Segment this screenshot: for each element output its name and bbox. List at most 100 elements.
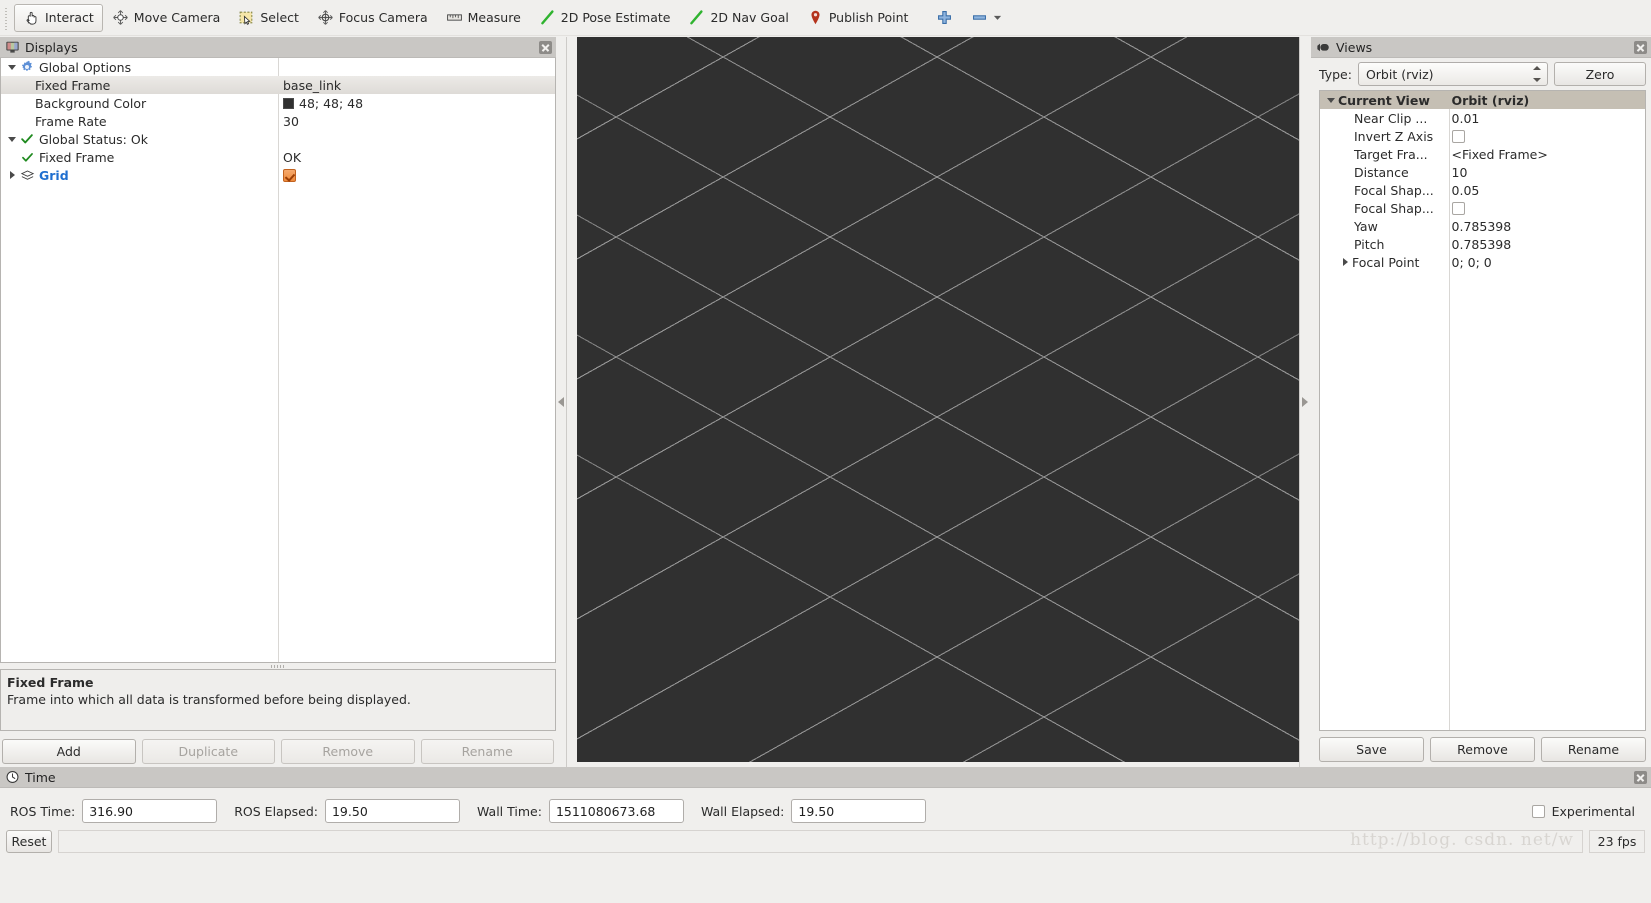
status-row: Reset http://blog. csdn. net/w 23 fps — [0, 826, 1651, 854]
row-value[interactable]: 0.785398 — [1452, 219, 1512, 234]
table-row[interactable]: Global Status: Ok — [1, 130, 555, 148]
tool-interact[interactable]: Interact — [14, 3, 103, 32]
row-label: Focal Shap... — [1354, 200, 1434, 216]
invert-z-axis-checkbox[interactable] — [1451, 129, 1465, 143]
wall-time-input[interactable]: 1511080673.68 — [548, 799, 684, 823]
remove-tool-button[interactable] — [962, 4, 1011, 32]
row-value[interactable]: 0.785398 — [1452, 237, 1512, 252]
color-swatch[interactable] — [283, 97, 294, 109]
table-row[interactable]: Global Options — [1, 58, 555, 76]
table-row[interactable]: Grid — [1, 166, 555, 184]
tool-2d-pose-estimate[interactable]: 2D Pose Estimate — [530, 4, 680, 32]
3d-render-view[interactable] — [577, 37, 1299, 762]
help-heading: Fixed Frame — [7, 675, 94, 690]
grid-icon — [19, 167, 35, 183]
focal-shape-fixed-size-checkbox[interactable] — [1451, 201, 1465, 215]
view-type-select[interactable]: Orbit (rviz) — [1357, 62, 1548, 86]
table-row[interactable]: Fixed Frame OK — [1, 148, 555, 166]
expand-twisty[interactable] — [5, 136, 19, 142]
save-view-button[interactable]: Save — [1319, 737, 1424, 762]
table-row[interactable]: Near Clip ... 0.01 — [1320, 109, 1645, 127]
fps-indicator: 23 fps — [1589, 829, 1645, 853]
table-row[interactable]: Focal Shap... 0.05 — [1320, 181, 1645, 199]
views-tree[interactable]: Current View Orbit (rviz) Near Clip ... … — [1319, 90, 1646, 731]
views-type-row: Type: Orbit (rviz) Zero — [1311, 58, 1651, 88]
table-row[interactable]: Yaw 0.785398 — [1320, 217, 1645, 235]
render-view-container — [556, 37, 1310, 767]
displays-splitter[interactable] — [0, 663, 556, 669]
row-value: Orbit (rviz) — [1451, 92, 1530, 108]
collapse-left-panel-handle[interactable] — [556, 37, 567, 767]
row-label: Distance — [1354, 164, 1409, 180]
expand-twisty[interactable] — [1324, 97, 1338, 103]
watermark-text: http://blog. csdn. net/w — [1350, 829, 1574, 850]
table-row[interactable]: Distance 10 — [1320, 163, 1645, 181]
expand-twisty[interactable] — [5, 64, 19, 70]
close-icon[interactable] — [539, 40, 552, 54]
row-label: Global Status: Ok — [39, 131, 148, 147]
row-value[interactable]: 10 — [1452, 165, 1468, 180]
table-row[interactable]: Fixed Frame base_link — [1, 76, 555, 94]
rename-view-button[interactable]: Rename — [1541, 737, 1646, 762]
table-row[interactable]: Current View Orbit (rviz) — [1320, 91, 1645, 109]
table-row[interactable]: Background Color 48; 48; 48 — [1, 94, 555, 112]
main-toolbar: Interact Move Camera Select Focus Camera… — [0, 0, 1651, 36]
ros-elapsed-input[interactable]: 19.50 — [324, 799, 460, 823]
row-value[interactable]: 0; 0; 0 — [1452, 255, 1492, 270]
close-icon[interactable] — [1634, 770, 1647, 784]
views-buttons: Save Remove Rename — [1311, 731, 1651, 767]
tool-measure-label: Measure — [467, 10, 521, 25]
table-row[interactable]: Target Fra... <Fixed Frame> — [1320, 145, 1645, 163]
experimental-checkbox[interactable] — [1531, 804, 1545, 818]
duplicate-button[interactable]: Duplicate — [141, 738, 275, 764]
row-value[interactable]: base_link — [283, 78, 341, 93]
row-label: Target Fra... — [1354, 146, 1428, 162]
row-value[interactable]: 30 — [283, 114, 299, 129]
expand-twisty[interactable] — [1338, 258, 1352, 266]
plus-icon — [938, 11, 952, 24]
row-value[interactable]: <Fixed Frame> — [1452, 147, 1548, 162]
table-row[interactable]: Focal Point 0; 0; 0 — [1320, 253, 1645, 271]
row-value[interactable]: 0.01 — [1452, 111, 1480, 126]
enable-checkbox[interactable] — [283, 168, 296, 182]
row-label: Invert Z Axis — [1354, 128, 1434, 144]
reset-button[interactable]: Reset — [6, 829, 52, 853]
tool-publish-point[interactable]: Publish Point — [798, 4, 918, 32]
tool-measure[interactable]: Measure — [437, 4, 530, 32]
table-row[interactable]: Frame Rate 30 — [1, 112, 555, 130]
time-panel-title: Time — [25, 769, 56, 785]
tool-focus-camera[interactable]: Focus Camera — [308, 4, 437, 32]
rename-button[interactable]: Rename — [420, 738, 554, 764]
tool-interact-label: Interact — [45, 10, 94, 25]
add-button[interactable]: Add — [2, 738, 136, 764]
add-tool-button[interactable] — [927, 4, 962, 32]
ros-time-input[interactable]: 316.90 — [82, 799, 218, 823]
expand-twisty[interactable] — [5, 171, 19, 179]
tool-move-camera[interactable]: Move Camera — [103, 4, 230, 32]
tool-select[interactable]: Select — [229, 4, 308, 32]
experimental-toggle[interactable]: Experimental — [1531, 804, 1645, 819]
remove-button[interactable]: Remove — [281, 738, 415, 764]
close-icon[interactable] — [1634, 40, 1647, 54]
displays-help-panel: Fixed Frame Frame into which all data is… — [0, 669, 556, 731]
table-row[interactable]: Invert Z Axis — [1320, 127, 1645, 145]
row-value[interactable]: 0.05 — [1452, 183, 1480, 198]
table-row[interactable]: Focal Shap... — [1320, 199, 1645, 217]
row-label[interactable]: Grid — [39, 168, 69, 183]
tool-select-label: Select — [260, 10, 299, 25]
views-panel-titlebar: Views — [1311, 37, 1651, 58]
displays-tree[interactable]: Global Options Fixed Frame base_link Bac… — [0, 58, 556, 663]
row-label: Current View — [1338, 92, 1430, 108]
collapse-right-panel-handle[interactable] — [1299, 37, 1310, 767]
row-value[interactable]: 48; 48; 48 — [299, 96, 363, 111]
check-icon — [19, 131, 35, 147]
remove-view-button[interactable]: Remove — [1430, 737, 1535, 762]
tool-2d-nav-goal[interactable]: 2D Nav Goal — [679, 4, 797, 32]
table-row[interactable]: Pitch 0.785398 — [1320, 235, 1645, 253]
displays-panel-titlebar: Displays — [0, 37, 556, 58]
zero-button[interactable]: Zero — [1554, 62, 1646, 86]
spinner-arrows-icon[interactable] — [1532, 66, 1541, 82]
wall-elapsed-input[interactable]: 19.50 — [791, 799, 927, 823]
toolbar-drag-handle[interactable] — [4, 4, 11, 31]
time-fields-row: ROS Time: 316.90 ROS Elapsed: 19.50 Wall… — [0, 788, 1651, 826]
